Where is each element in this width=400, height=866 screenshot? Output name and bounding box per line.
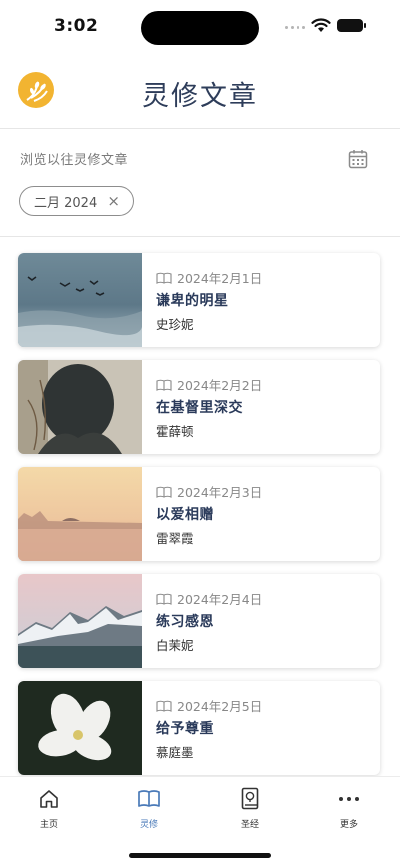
article-thumbnail-misty-sunrise [18,467,142,561]
calendar-icon [348,150,368,169]
home-icon [40,790,58,808]
header-divider [0,128,400,129]
article-title: 给予尊重 [156,721,214,737]
article-thumbnail-white-flower [18,681,142,775]
app-header: 灵修文章 [0,60,400,126]
cellular-signal-icon [285,26,305,32]
article-date: 2024年2月1日 [156,268,262,287]
month-filter-chip[interactable]: 二月 2024 × [19,186,134,216]
status-time: 3:02 [54,16,99,36]
tab-devotional-label: 灵修 [139,820,158,830]
browse-label: 浏览以往灵修文章 [20,153,129,168]
article-card[interactable]: 2024年2月2日 在基督里深交 霍薛顿 [18,360,380,454]
open-book-icon [156,593,172,605]
article-author: 白茉妮 [156,638,194,653]
article-title: 在基督里深交 [156,400,243,416]
article-card[interactable]: 2024年2月1日 谦卑的明星 史珍妮 [18,253,380,347]
page-title: 灵修文章 [142,81,258,112]
wifi-icon [311,18,331,32]
open-book-icon [138,790,160,807]
article-card[interactable]: 2024年2月3日 以爱相赠 雷翠霞 [18,467,380,561]
tab-home-label: 主页 [39,820,58,830]
article-date: 2024年2月3日 [156,482,262,501]
article-title: 练习感恩 [156,614,214,630]
tab-bible-label: 圣经 [240,820,259,830]
article-author: 慕庭墨 [156,745,194,760]
article-author: 史珍妮 [156,317,194,332]
clear-filter-icon[interactable]: × [107,192,120,210]
battery-icon [337,19,363,32]
article-thumbnail-birds-over-sea [18,253,142,347]
article-author: 雷翠霞 [156,531,194,546]
article-title: 谦卑的明星 [156,293,229,309]
more-dots-icon [339,797,359,801]
open-book-icon [156,486,172,498]
article-card[interactable]: 2024年2月5日 给予尊重 慕庭墨 [18,681,380,775]
filter-divider [0,236,400,237]
open-book-icon [156,379,172,391]
article-author: 霍薛顿 [156,424,194,439]
tab-more[interactable]: 更多 [319,787,379,830]
battery-cap [364,23,366,28]
article-card[interactable]: 2024年2月4日 练习感恩 白茉妮 [18,574,380,668]
tab-devotional[interactable]: 灵修 [119,787,179,830]
article-date: 2024年2月5日 [156,696,262,715]
filter-chip-label: 二月 2024 [34,195,98,211]
article-thumbnail-snowy-mountains [18,574,142,668]
calendar-button[interactable] [347,148,369,170]
open-book-icon [156,700,172,712]
open-book-icon [156,272,172,284]
article-title: 以爱相赠 [156,507,214,523]
dynamic-island [141,11,259,45]
tab-more-label: 更多 [339,820,358,830]
tab-bible[interactable]: 圣经 [220,787,280,830]
bible-icon [241,787,259,810]
article-date: 2024年2月2日 [156,375,262,394]
article-thumbnail-person-portrait [18,360,142,454]
home-indicator[interactable] [129,853,271,858]
article-date: 2024年2月4日 [156,589,262,608]
status-bar: 3:02 [0,0,400,54]
tab-home[interactable]: 主页 [19,787,79,830]
